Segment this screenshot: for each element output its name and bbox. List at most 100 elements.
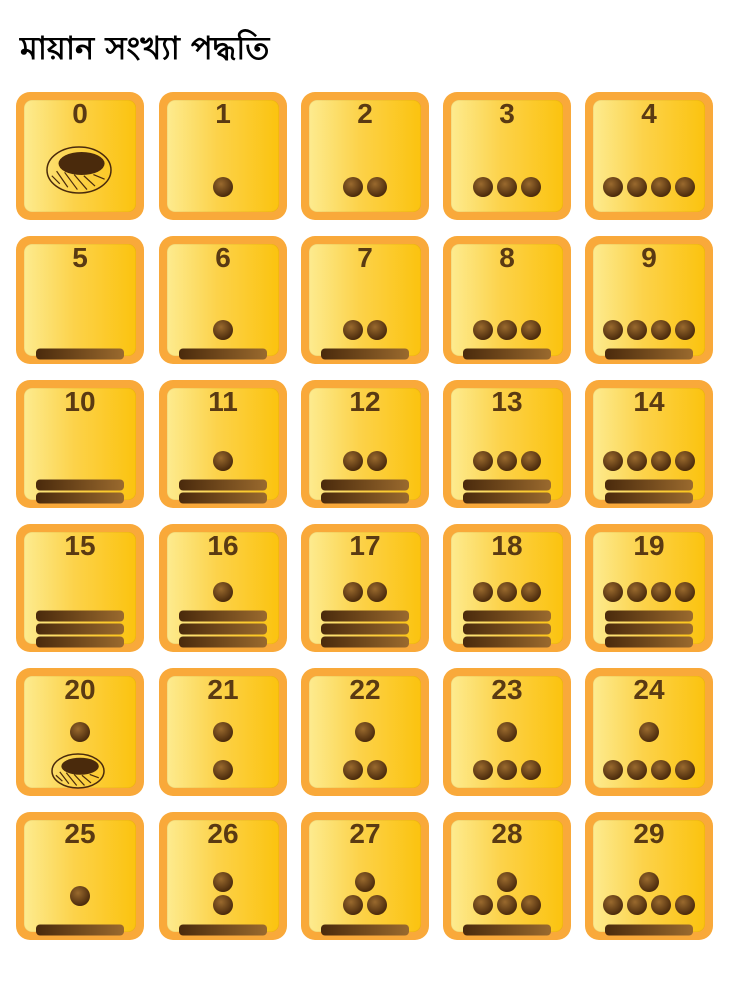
numeral-tile-27: 27	[301, 812, 429, 940]
dot-mark	[675, 320, 695, 340]
dot-mark	[603, 177, 623, 197]
numeral-tile-21: 21	[159, 668, 287, 796]
bar-mark	[605, 479, 693, 491]
maya-glyph	[36, 886, 124, 936]
dot-mark	[213, 760, 233, 780]
dot-mark	[675, 451, 695, 471]
shell-zero-icon	[51, 753, 105, 789]
maya-glyph	[179, 582, 267, 648]
bar-mark	[36, 623, 124, 635]
numeral-tile-0: 0	[16, 92, 144, 220]
maya-glyph	[603, 177, 695, 197]
numeral-tile-17: 17	[301, 524, 429, 652]
bar-mark	[605, 636, 693, 648]
dot-mark	[675, 582, 695, 602]
maya-glyph	[463, 451, 551, 504]
bar-mark	[321, 623, 409, 635]
dot-mark	[497, 872, 517, 892]
bar-mark	[605, 610, 693, 622]
bar-mark	[605, 348, 693, 360]
page-title: মায়ান সংখ্যা পদ্ধতি	[20, 29, 270, 67]
dot-mark	[675, 895, 695, 915]
bar-mark	[36, 636, 124, 648]
bar-mark	[179, 348, 267, 360]
numeral-tile-15: 15	[16, 524, 144, 652]
numeral-tile-13: 13	[443, 380, 571, 508]
numeral-tile-14: 14	[585, 380, 713, 508]
maya-glyph	[473, 722, 541, 780]
dot-mark	[627, 760, 647, 780]
numeral-tile-25: 25	[16, 812, 144, 940]
bar-mark	[463, 623, 551, 635]
bar-mark	[36, 492, 124, 504]
dot-mark	[521, 451, 541, 471]
numeral-tile-20: 20	[16, 668, 144, 796]
dot-mark	[367, 451, 387, 471]
maya-glyph	[603, 451, 695, 504]
maya-glyph	[603, 872, 695, 936]
numeral-tile-23: 23	[443, 668, 571, 796]
maya-glyph	[321, 320, 409, 360]
numeral-tile-22: 22	[301, 668, 429, 796]
bar-mark	[179, 636, 267, 648]
dot-mark	[627, 582, 647, 602]
dot-mark	[473, 760, 493, 780]
dot-mark	[497, 895, 517, 915]
dot-mark	[367, 320, 387, 340]
dot-mark	[675, 760, 695, 780]
bar-mark	[321, 479, 409, 491]
maya-glyph	[321, 451, 409, 504]
dot-mark	[521, 320, 541, 340]
bar-mark	[463, 924, 551, 936]
dot-mark	[627, 320, 647, 340]
dot-mark	[473, 451, 493, 471]
dot-mark	[651, 451, 671, 471]
bar-mark	[179, 924, 267, 936]
dot-mark	[675, 177, 695, 197]
bar-mark	[321, 348, 409, 360]
dot-mark	[213, 872, 233, 892]
maya-glyph	[179, 320, 267, 360]
bar-mark	[36, 924, 124, 936]
maya-glyph	[321, 582, 409, 648]
dot-mark	[521, 895, 541, 915]
dot-mark	[367, 760, 387, 780]
bar-mark	[179, 623, 267, 635]
numeral-tile-8: 8	[443, 236, 571, 364]
dot-mark	[497, 722, 517, 742]
maya-glyph	[51, 722, 105, 789]
dot-mark	[473, 895, 493, 915]
maya-glyph	[179, 451, 267, 504]
maya-glyph	[463, 872, 551, 936]
dot-mark	[603, 760, 623, 780]
dot-mark	[473, 177, 493, 197]
bar-mark	[605, 492, 693, 504]
bar-mark	[321, 492, 409, 504]
dot-mark	[651, 582, 671, 602]
dot-mark	[213, 451, 233, 471]
maya-glyph	[343, 722, 387, 780]
dot-mark	[627, 451, 647, 471]
maya-glyph	[603, 320, 695, 360]
dot-mark	[603, 582, 623, 602]
maya-glyph	[463, 320, 551, 360]
bar-mark	[605, 924, 693, 936]
bar-mark	[463, 492, 551, 504]
dot-mark	[497, 760, 517, 780]
bar-mark	[321, 924, 409, 936]
dot-mark	[355, 872, 375, 892]
bar-mark	[321, 610, 409, 622]
dot-mark	[343, 895, 363, 915]
maya-glyph	[36, 479, 124, 504]
bar-mark	[463, 348, 551, 360]
dot-mark	[473, 582, 493, 602]
bar-mark	[463, 636, 551, 648]
bar-mark	[321, 636, 409, 648]
dot-mark	[497, 177, 517, 197]
dot-mark	[367, 582, 387, 602]
maya-glyph	[36, 610, 124, 648]
dot-mark	[213, 320, 233, 340]
numeral-tile-11: 11	[159, 380, 287, 508]
numeral-tile-3: 3	[443, 92, 571, 220]
dot-mark	[497, 582, 517, 602]
